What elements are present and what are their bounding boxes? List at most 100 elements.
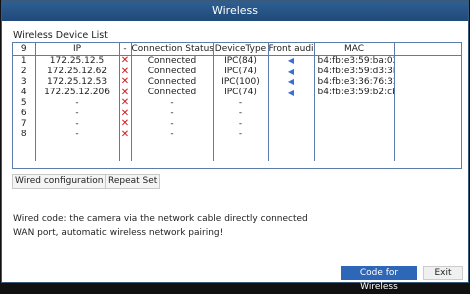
row-device-type: IPC(84) [213,55,269,67]
table-header-row: 9 IP - Connection Status DeviceType Front aud… [13,43,461,56]
table-row[interactable]: 4 172.25.12.206 ✕ Connected IPC(74) ◀ b4:fb:e3… [13,87,461,99]
row-status: Connected [131,87,214,98]
row-device-type: IPC(74) [213,87,269,98]
row-extra [394,67,461,78]
front-audio-cell [268,98,315,109]
delete-x-icon[interactable]: ✕ [121,88,129,98]
filler-cell [394,140,461,161]
delete-cell: ✕ [119,129,132,140]
wireless-dialog: Wireless Wireless Device List 9 IP - Connec… [1,0,469,292]
wireless-device-table: 9 IP - Connection Status DeviceType Front aud… [12,42,462,169]
front-audio-cell [268,108,315,119]
table-row[interactable]: 8- ✕ - - [13,129,461,141]
row-index: 1 [13,55,36,67]
delete-cell: ✕ [119,87,132,98]
speaker-icon[interactable]: ◀ [288,56,294,65]
col-ip-header: IP [35,43,120,56]
col-index-header: 9 [13,43,36,56]
col-extra-header [394,43,461,56]
table-row[interactable]: 3 172.25.12.53 ✕ Connected IPC(100) ◀ b4:fb:e3… [13,77,461,88]
filler-cell [268,140,315,161]
dialog-title: Wireless [2,1,468,21]
code-for-wireless-button[interactable]: Code for Wireless [341,266,417,292]
front-audio-cell: ◀ [268,77,315,88]
col-delete-header: - [119,43,132,56]
exit-button[interactable]: Exit [423,266,463,280]
row-extra [394,56,461,67]
table-row[interactable]: 6- ✕ - - [13,108,461,120]
row-index: 2 [13,66,36,77]
speaker-icon[interactable]: ◀ [288,67,294,76]
delete-cell: ✕ [119,77,132,88]
row-device-type: IPC(100) [213,77,269,88]
table-row[interactable]: 7- ✕ - - [13,119,461,130]
row-device-type: - [213,129,269,140]
front-audio-cell [268,119,315,130]
row-ip: - [35,129,120,140]
row-mac: b4:fb:e3:59:b2:cb [314,87,395,98]
delete-x-icon[interactable]: ✕ [121,130,129,140]
row-ip: 172.25.12.206 [35,87,120,98]
filler-cell [119,140,132,161]
filler-cell [131,140,214,161]
col-front-audio-header: Front audio [268,43,315,56]
row-ip: - [35,119,120,130]
row-status: - [131,129,214,140]
delete-x-icon[interactable]: ✕ [121,109,129,119]
delete-x-icon[interactable]: ✕ [121,67,129,77]
row-mac [314,129,395,140]
row-ip: - [35,98,120,109]
wired-code-description: Wired code: the camera via the network c… [13,214,308,238]
wired-configuration-button[interactable]: Wired configuration [12,174,107,189]
front-audio-cell: ◀ [268,55,315,67]
table-row[interactable]: 1 172.25.12.5 ✕ Connected IPC(84) ◀ b4:fb:e3:5… [13,55,461,67]
delete-cell: ✕ [119,98,132,109]
delete-cell: ✕ [119,119,132,130]
delete-x-icon[interactable]: ✕ [121,119,129,129]
front-audio-cell: ◀ [268,66,315,77]
col-device-type-header: DeviceType [213,43,269,56]
row-mac [314,108,395,119]
row-device-type: - [213,108,269,119]
row-index: 6 [13,108,36,119]
row-extra [394,77,461,88]
delete-cell: ✕ [119,55,132,67]
filler-cell [213,140,269,161]
row-mac: b4:fb:e3:59:d3:3b [314,66,395,77]
delete-cell: ✕ [119,108,132,119]
row-status: - [131,119,214,130]
delete-x-icon[interactable]: ✕ [121,56,129,67]
row-ip: 172.25.12.62 [35,66,120,77]
row-ip: - [35,108,120,119]
row-device-type: IPC(74) [213,66,269,77]
row-mac: b4:fb:e3:36:76:32 [314,77,395,88]
row-index: 8 [13,129,36,140]
filler-cell [35,140,120,161]
row-mac: b4:fb:e3:59:ba:02 [314,55,395,67]
speaker-icon[interactable]: ◀ [288,88,294,97]
filler-cell [314,140,395,161]
row-index: 5 [13,98,36,109]
row-extra [394,88,461,99]
delete-x-icon[interactable]: ✕ [121,98,129,108]
row-ip: 172.25.12.53 [35,77,120,88]
row-device-type: - [213,119,269,130]
row-mac [314,119,395,130]
delete-cell: ✕ [119,66,132,77]
row-index: 4 [13,87,36,98]
repeat-set-button[interactable]: Repeat Set [105,174,161,189]
row-extra [394,130,461,141]
col-connection-status-header: Connection Status [131,43,214,56]
table-row[interactable]: 5- ✕ - - [13,98,461,109]
speaker-icon[interactable]: ◀ [288,77,294,86]
row-status: - [131,98,214,109]
front-audio-cell [268,129,315,140]
table-filler-row [13,140,461,161]
delete-x-icon[interactable]: ✕ [121,77,129,87]
col-mac-header: MAC [314,43,395,56]
filler-cell [13,140,36,161]
row-ip: 172.25.12.5 [35,55,120,67]
row-status: Connected [131,55,214,67]
table-row[interactable]: 2 172.25.12.62 ✕ Connected IPC(74) ◀ b4:fb:e3:… [13,66,461,78]
row-extra [394,109,461,120]
